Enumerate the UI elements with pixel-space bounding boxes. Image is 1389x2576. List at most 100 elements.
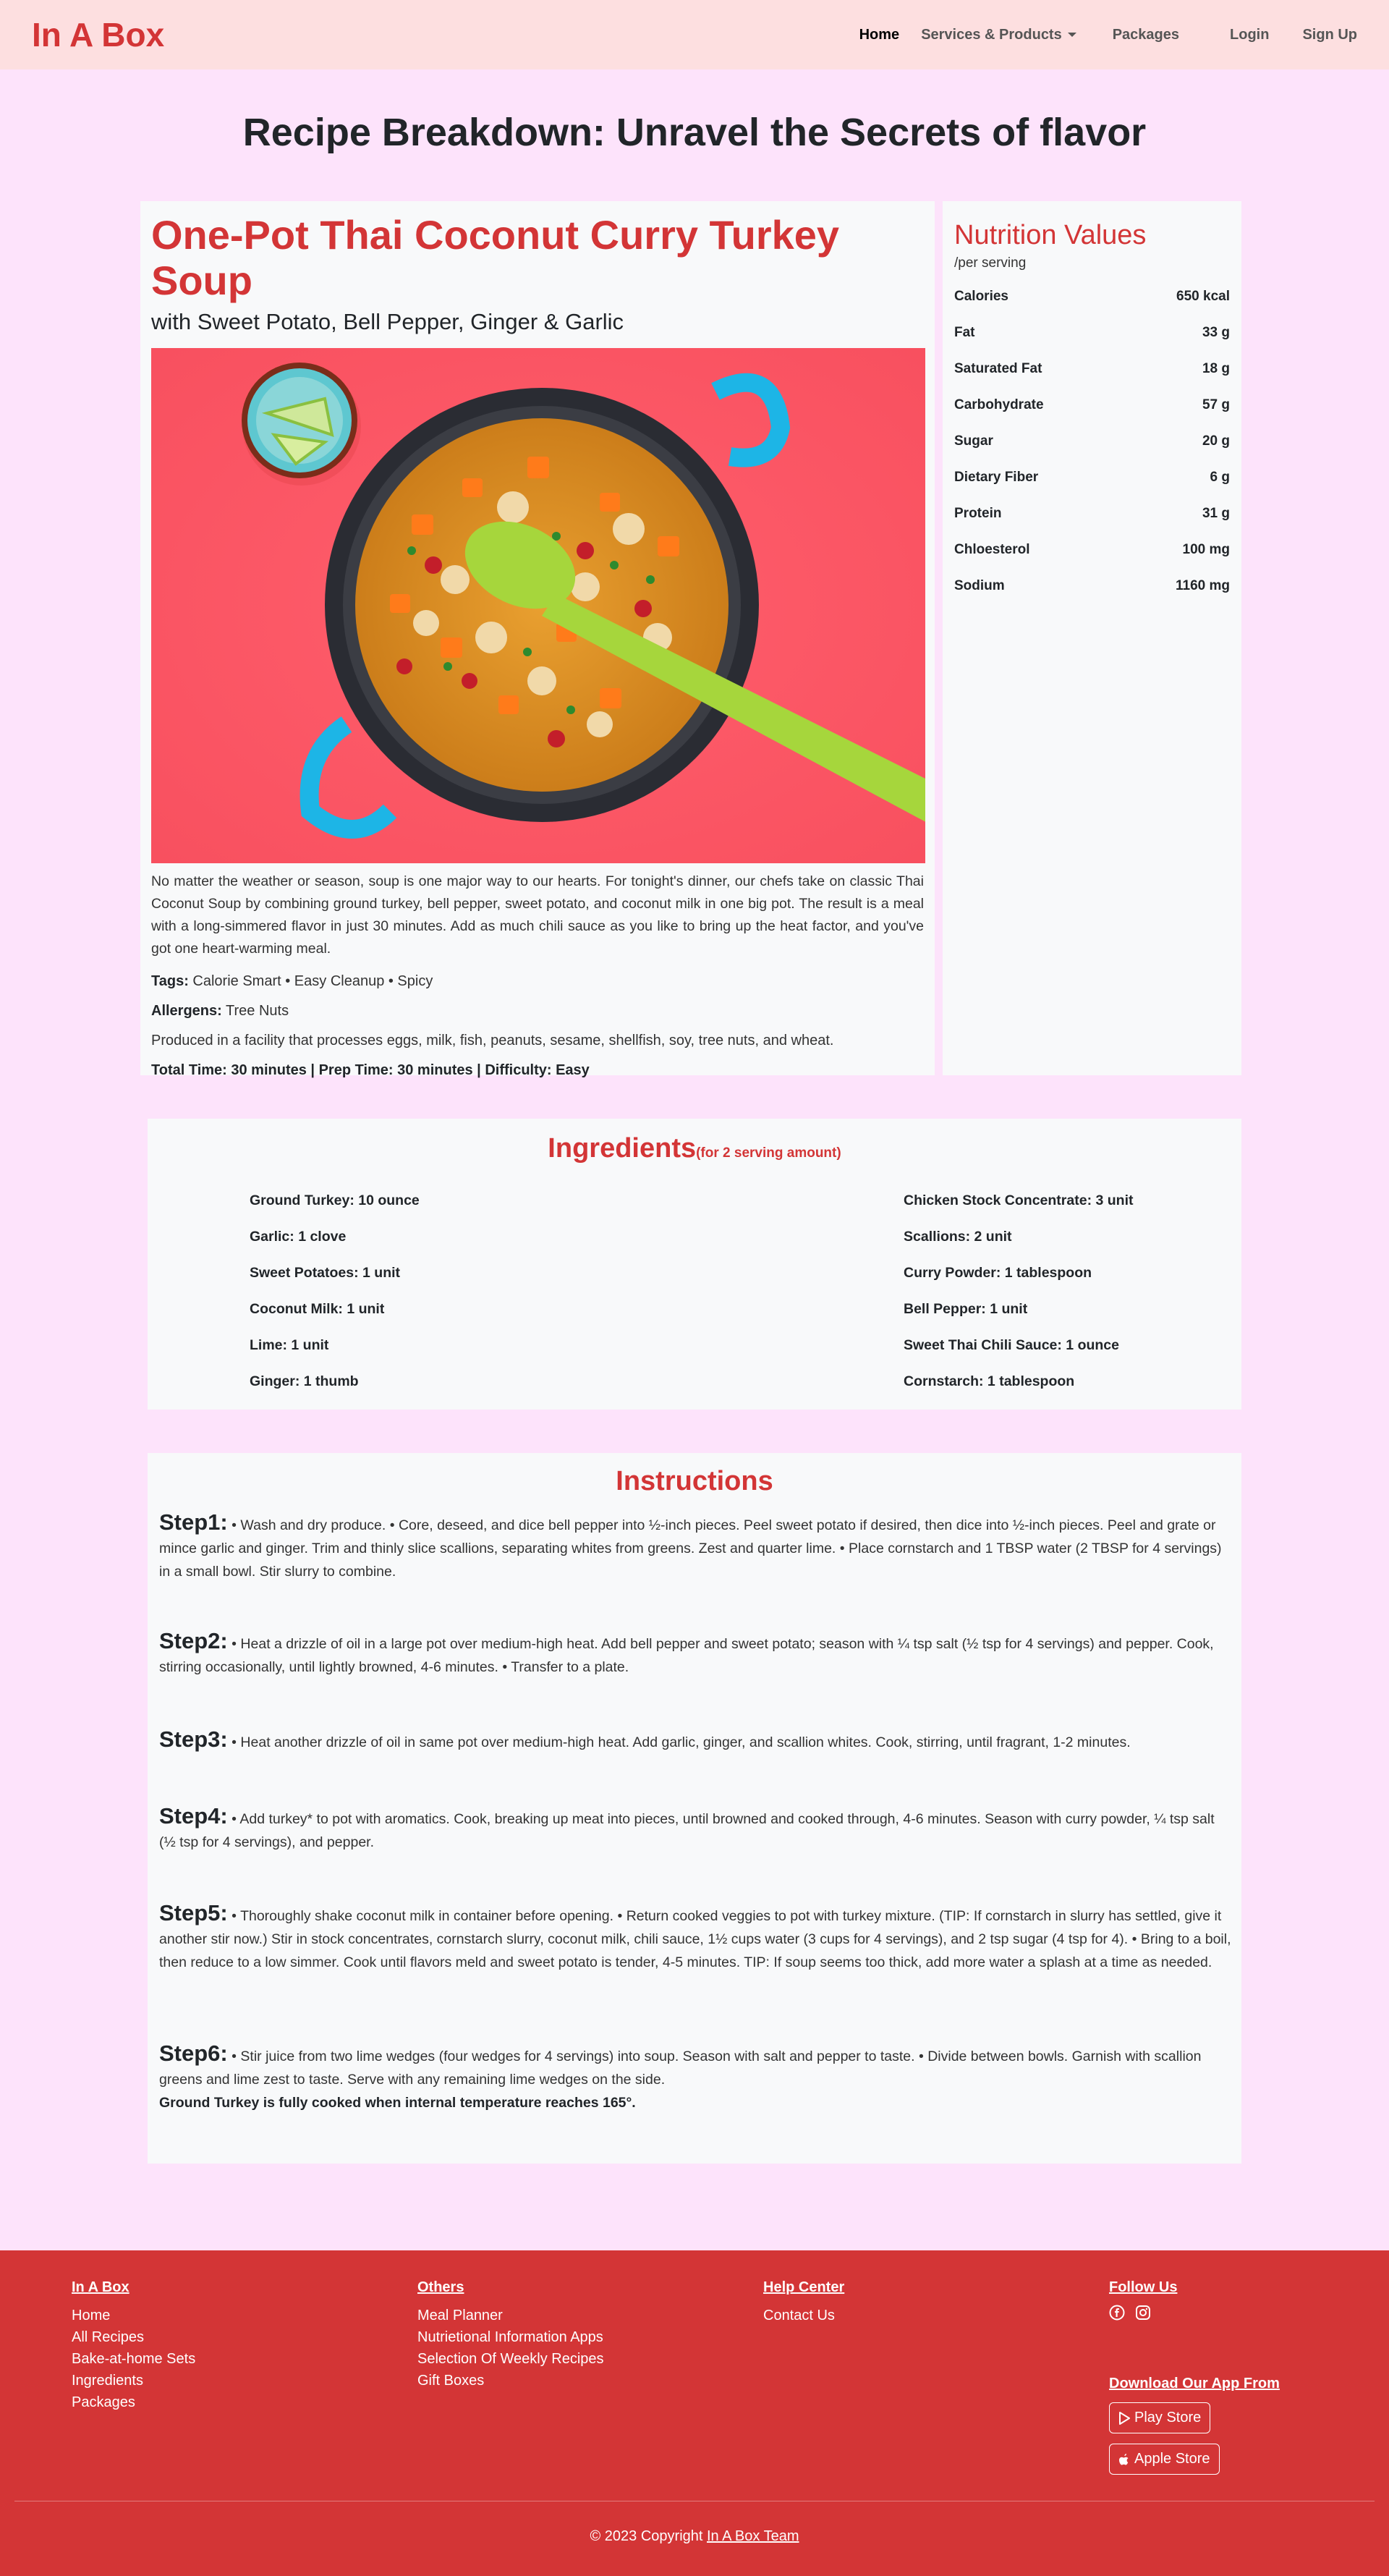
nutrition-value: 20 g (1202, 433, 1230, 449)
nutrition-row: Calories 650 kcal (954, 279, 1230, 315)
nutrition-value: 650 kcal (1176, 289, 1230, 304)
soup-pot-illustration (151, 348, 925, 864)
facebook-icon[interactable] (1109, 2305, 1125, 2321)
instruction-step: Step6: • Stir juice from two lime wedges… (159, 2042, 1231, 2114)
nutrition-row: Carbohydrate 57 g (954, 387, 1230, 423)
recipe-description: No matter the weather or season, soup is… (151, 873, 924, 957)
instagram-icon[interactable] (1135, 2305, 1151, 2321)
nutrition-value: 100 mg (1182, 542, 1230, 557)
nav-login[interactable]: Login (1230, 27, 1269, 43)
nutrition-label: Protein (954, 506, 1002, 521)
footer-col-follow: Follow Us Download Our App From Play Sto… (1109, 2279, 1280, 2475)
nutrition-value: 31 g (1202, 506, 1230, 521)
apple-store-button[interactable]: Apple Store (1109, 2444, 1220, 2475)
footer-link-all-recipes[interactable]: All Recipes (72, 2326, 195, 2348)
recipe-image (151, 348, 925, 864)
footer-link-ingredients[interactable]: Ingredients (72, 2370, 195, 2391)
copyright: © 2023 Copyright In A Box Team (0, 2528, 1389, 2545)
recipe-subtitle: with Sweet Potato, Bell Pepper, Ginger &… (151, 309, 624, 335)
footer-col-inabox: In A Box Home All Recipes Bake-at-home S… (72, 2279, 195, 2413)
caret-down-icon (1067, 33, 1076, 37)
footer-link-contact[interactable]: Contact Us (763, 2305, 844, 2326)
nav-home[interactable]: Home (859, 27, 900, 43)
ingredients-subtitle: (for 2 serving amount) (696, 1145, 841, 1161)
nutrition-label: Sodium (954, 578, 1005, 593)
nutrition-row: Sodium 1160 mg (954, 568, 1230, 604)
safety-note: Ground Turkey is fully cooked when inter… (159, 2095, 636, 2111)
nutrition-label: Sugar (954, 433, 993, 449)
tags-label: Tags: (151, 973, 189, 990)
social-icons (1109, 2305, 1280, 2321)
nutrition-label: Saturated Fat (954, 361, 1042, 376)
ingredient-item: Sweet Potatoes: 1 unit (250, 1265, 401, 1281)
navbar: In A Box Home Services & Products Packag… (0, 0, 1389, 69)
ingredient-item: Curry Powder: 1 tablespoon (904, 1265, 1092, 1281)
step-label: Step4: (159, 1803, 228, 1829)
nav-services-dropdown[interactable]: Services & Products (921, 27, 1076, 43)
instruction-step: Step3: • Heat another drizzle of oil in … (159, 1728, 1231, 1754)
nutrition-value: 6 g (1210, 470, 1230, 485)
nutrition-label: Chloesterol (954, 542, 1030, 557)
ingredient-item: Ginger: 1 thumb (250, 1373, 359, 1389)
footer-col-help: Help Center Contact Us (763, 2279, 844, 2326)
nutrition-value: 57 g (1202, 397, 1230, 412)
nav-links: Home Services & Products Packages Login … (859, 27, 1357, 43)
recipe-card: One-Pot Thai Coconut Curry Turkey Soup w… (140, 201, 935, 1078)
footer-link-home[interactable]: Home (72, 2305, 195, 2326)
step-text: • Stir juice from two lime wedges (four … (159, 2048, 1202, 2088)
nutrition-row: Protein 31 g (954, 496, 1230, 532)
step-text: • Thoroughly shake coconut milk in conta… (159, 1908, 1231, 1970)
nutrition-title: Nutrition Values (954, 220, 1147, 250)
step-label: Step6: (159, 2041, 228, 2066)
footer-link-packages[interactable]: Packages (72, 2391, 195, 2413)
footer-link-weekly-recipes[interactable]: Selection Of Weekly Recipes (417, 2348, 604, 2370)
footer: In A Box Home All Recipes Bake-at-home S… (0, 2250, 1389, 2576)
tags-value: Calorie Smart • Easy Cleanup • Spicy (192, 973, 433, 990)
recipe-time-info: Total Time: 30 minutes | Prep Time: 30 m… (151, 1062, 590, 1079)
nutrition-label: Carbohydrate (954, 397, 1044, 412)
instruction-step: Step5: • Thoroughly shake coconut milk i… (159, 1902, 1231, 1974)
step-label: Step5: (159, 1900, 228, 1925)
nutrition-per: /per serving (954, 255, 1027, 271)
footer-col-others: Others Meal Planner Nutrietional Informa… (417, 2279, 604, 2391)
ingredient-item: Ground Turkey: 10 ounce (250, 1192, 420, 1208)
ingredients-right-column: Chicken Stock Concentrate: 3 unit Scalli… (904, 1191, 1133, 1408)
play-store-button[interactable]: Play Store (1109, 2402, 1211, 2433)
footer-heading[interactable]: Follow Us (1109, 2279, 1280, 2296)
footer-link-meal-planner[interactable]: Meal Planner (417, 2305, 604, 2326)
nutrition-row: Sugar 20 g (954, 423, 1230, 459)
nav-signup[interactable]: Sign Up (1302, 27, 1357, 43)
footer-link-gift-boxes[interactable]: Gift Boxes (417, 2370, 604, 2391)
ingredient-item: Scallions: 2 unit (904, 1229, 1012, 1245)
footer-heading[interactable]: Help Center (763, 2279, 844, 2296)
nutrition-rows: Calories 650 kcal Fat 33 g Saturated Fat 18… (954, 279, 1230, 604)
ingredient-item: Garlic: 1 clove (250, 1229, 347, 1245)
instructions-section: Instructions Step1: • Wash and dry produ… (148, 1453, 1241, 2164)
nutrition-label: Fat (954, 325, 975, 340)
copyright-link[interactable]: In A Box Team (707, 2528, 799, 2544)
recipe-tags: Tags: Calorie Smart • Easy Cleanup • Spi… (151, 973, 924, 990)
facility-note: Produced in a facility that processes eg… (151, 1033, 834, 1049)
footer-link-nutrition-apps[interactable]: Nutrietional Information Apps (417, 2326, 604, 2348)
footer-heading[interactable]: In A Box (72, 2279, 195, 2296)
recipe-allergens: Allergens: Tree Nuts (151, 1003, 924, 1020)
allergens-label: Allergens: (151, 1003, 222, 1020)
nutrition-value: 1160 mg (1176, 578, 1230, 593)
brand-logo[interactable]: In A Box (32, 15, 164, 54)
apple-store-label: Apple Store (1134, 2451, 1210, 2467)
footer-heading[interactable]: Others (417, 2279, 604, 2296)
ingredient-item: Sweet Thai Chili Sauce: 1 ounce (904, 1337, 1119, 1353)
nutrition-row: Chloesterol 100 mg (954, 532, 1230, 568)
footer-link-bake-sets[interactable]: Bake-at-home Sets (72, 2348, 195, 2370)
nav-packages[interactable]: Packages (1113, 27, 1179, 43)
allergens-value: Tree Nuts (226, 1003, 289, 1020)
page-title: Recipe Breakdown: Unravel the Secrets of… (242, 111, 1147, 154)
step-label: Step1: (159, 1509, 228, 1535)
step-label: Step2: (159, 1628, 228, 1653)
ingredients-section: Ingredients(for 2 serving amount) Ground… (148, 1119, 1241, 1410)
copyright-text: © 2023 Copyright (590, 2528, 703, 2544)
ingredients-heading: Ingredients(for 2 serving amount) (148, 1133, 1241, 1164)
ingredient-item: Lime: 1 unit (250, 1337, 329, 1353)
ingredient-item: Coconut Milk: 1 unit (250, 1301, 385, 1317)
instruction-step: Step4: • Add turkey* to pot with aromati… (159, 1805, 1231, 1854)
